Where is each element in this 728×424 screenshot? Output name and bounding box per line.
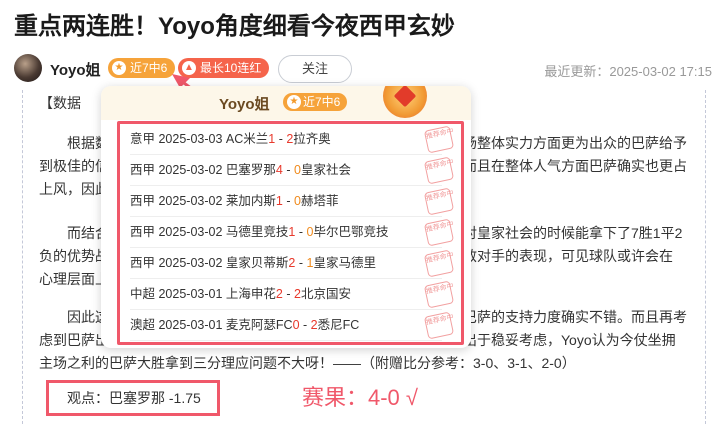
match-away: 赫塔菲 [300,194,339,208]
article-title: 重点两连胜！Yoyo角度细看今夜西甲玄妙 [14,13,455,40]
match-league: 澳超 [130,318,159,332]
p3-line1-right: 巴萨的支持力度确实不错。而且再考 [463,309,687,325]
match-row[interactable]: 中超 2025-03-01 上海申花2 - 2北京国安 推荐命中 [130,279,454,310]
match-away: 皇家社会 [300,163,351,177]
match-sep: - [282,194,294,208]
match-away-score: 0 [293,163,301,177]
author-row: Yoyo姐 ★ 近7中6 ▲ 最长10连红 关注 最近更新：2025-03-02… [14,52,714,84]
hit-stamp-icon: 推荐命中 [423,311,454,340]
p1-line3-left: 上风，因此 [39,181,109,197]
author-name[interactable]: Yoyo姐 [50,59,101,80]
p1-line1-right: 场整体实力方面更为出众的巴萨给予 [463,135,687,151]
match-sep: - [299,318,311,332]
match-away-score: 0 [293,194,301,208]
star-icon: ★ [287,95,301,109]
hit-stamp-icon: 推荐命中 [423,156,454,185]
match-home: 莱加内斯 [225,194,276,208]
match-league: 西甲 [130,194,159,208]
match-league: 意甲 [130,132,159,146]
match-sep: - [275,132,287,146]
match-away: 皇家马德里 [313,256,376,270]
match-date: 2025-03-03 [158,132,226,146]
p1-line2-right: 而且在整体人气方面巴萨确实也更占 [463,158,687,174]
record-popup-header: Yoyo姐 ★ 近7中6 [101,86,471,120]
match-sep: - [295,225,307,239]
match-home: 巴塞罗那 [225,163,276,177]
match-away-score: 2 [293,287,301,301]
match-home: 皇家贝蒂斯 [225,256,289,270]
p2-line1-right: 对皇家社会的时候能拿下了7胜1平2 [463,225,683,241]
trophy-icon [383,86,427,118]
match-away: 悉尼FC [317,318,360,332]
hit-stamp-icon: 推荐命中 [423,125,454,154]
opinion-box: 观点：巴塞罗那 -1.75 [46,380,220,416]
p1-line2-left: 到极佳的信 [39,158,109,174]
hit-stamp-icon: 推荐命中 [423,218,454,247]
record-popup-title: Yoyo姐 [219,96,270,113]
match-home: 马德里竞技 [225,225,289,239]
follow-button[interactable]: 关注 [278,55,352,83]
match-record-list: 意甲 2025-03-03 AC米兰1 - 2拉齐奥 推荐命中 西甲 2025-03… [117,121,464,345]
match-row[interactable]: 澳超 2025-03-01 麦克阿瑟FC0 - 2悉尼FC 推荐命中 [130,310,454,341]
match-date: 2025-03-02 [158,194,226,208]
match-sep: - [282,287,294,301]
match-row[interactable]: 西甲 2025-03-02 莱加内斯1 - 0赫塔菲 推荐命中 [130,186,454,217]
match-away: 毕尔巴鄂竞技 [313,225,389,239]
hit-stamp-icon: 推荐命中 [423,280,454,309]
last-updated: 最近更新：2025-03-02 17:15 [544,64,712,79]
match-row[interactable]: 西甲 2025-03-02 马德里竞技1 - 0毕尔巴鄂竞技 推荐命中 [130,217,454,248]
p2-line2-left: 负的优势战 [39,248,109,264]
avatar[interactable] [14,54,42,82]
p3-line2-right: 出于稳妥考虑，Yoyo认为今仗坐拥 [463,332,676,348]
record-popup-badge-label: 近7中6 [303,95,341,109]
record-popup-badge: ★ 近7中6 [283,93,348,111]
match-home: 麦克阿瑟FC [225,318,293,332]
p2-line3-left: 心理层面上 [39,271,109,287]
match-sep: - [282,163,294,177]
match-home: AC米兰 [225,132,269,146]
match-row[interactable]: 意甲 2025-03-03 AC米兰1 - 2拉齐奥 推荐命中 [130,124,454,155]
match-date: 2025-03-01 [158,287,226,301]
match-league: 西甲 [130,256,159,270]
match-date: 2025-03-02 [158,163,226,177]
p2-line2-right: 敌对手的表现，可见球队或许会在 [463,248,673,264]
match-row[interactable]: 西甲 2025-03-02 皇家贝蒂斯2 - 1皇家马德里 推荐命中 [130,248,454,279]
hit-stamp-icon: 推荐命中 [423,249,454,278]
match-sep: - [295,256,307,270]
match-league: 西甲 [130,163,159,177]
match-date: 2025-03-01 [158,318,226,332]
match-result: 赛果：4-0 √ [302,385,418,410]
hit-stamp-icon: 推荐命中 [423,187,454,216]
match-league: 中超 [130,287,159,301]
match-away: 北京国安 [300,287,351,301]
p3-line3: 主场之利的巴萨大胜拿到三分理应问题不大呀！——（附赠比分参考：3-0、3-1、2… [39,355,576,371]
match-home-score: 4 [275,163,283,177]
match-home-score: 1 [275,194,283,208]
match-away-score: 2 [310,318,318,332]
match-date: 2025-03-02 [158,225,226,239]
match-home: 上海申花 [225,287,276,301]
star-icon: ★ [112,61,126,75]
p3-line2-left: 虑到巴萨出 [39,332,109,348]
match-row[interactable]: 西甲 2025-03-02 巴塞罗那4 - 0皇家社会 推荐命中 [130,155,454,186]
match-away: 拉齐奥 [293,132,331,146]
match-league: 西甲 [130,225,159,239]
match-home-score: 0 [292,318,300,332]
match-date: 2025-03-02 [158,256,226,270]
match-home-score: 2 [275,287,283,301]
